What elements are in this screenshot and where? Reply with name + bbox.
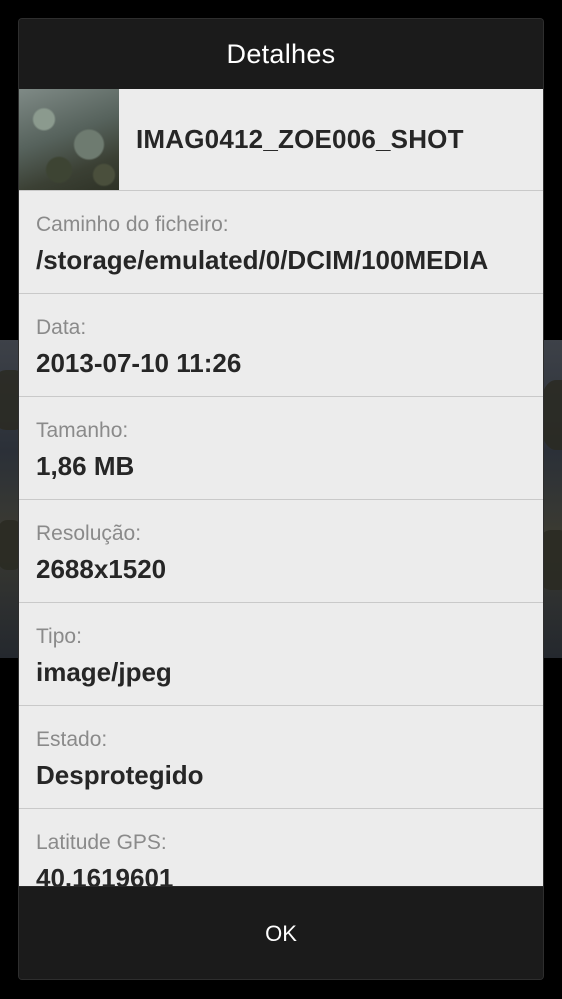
file-header: IMAG0412_ZOE006_SHOT xyxy=(19,89,543,191)
dialog-footer: OK xyxy=(19,886,543,979)
detail-value: image/jpeg xyxy=(36,657,172,687)
photo-thumbnail-icon xyxy=(19,89,119,190)
detail-label: Tamanho: xyxy=(36,419,129,442)
detail-value: 2013-07-10 11:26 xyxy=(36,348,242,378)
detail-label: Latitude GPS: xyxy=(36,831,167,854)
detail-value: /storage/emulated/0/DCIM/100MEDIA xyxy=(36,245,489,275)
detail-row-resolution: Resolução: 2688x1520 xyxy=(19,500,543,603)
detail-row-type: Tipo: image/jpeg xyxy=(19,603,543,706)
dialog-title-bar: Detalhes xyxy=(19,19,543,89)
detail-label: Tipo: xyxy=(36,625,82,648)
detail-row-size: Tamanho: 1,86 MB xyxy=(19,397,543,500)
detail-label: Resolução: xyxy=(36,522,142,545)
detail-label: Data: xyxy=(36,316,87,339)
detail-value: 2688x1520 xyxy=(36,554,167,584)
detail-value: 1,86 MB xyxy=(36,451,135,481)
dialog-title: Detalhes xyxy=(226,38,336,69)
detail-label: Estado: xyxy=(36,728,108,751)
detail-value: 40.1619601 xyxy=(36,863,174,886)
detail-row-date: Data: 2013-07-10 11:26 xyxy=(19,294,543,397)
ok-button[interactable]: OK xyxy=(19,887,543,979)
detail-row-path: Caminho do ficheiro: /storage/emulated/0… xyxy=(19,191,543,294)
details-dialog: Detalhes IMAG0412_ZOE006_SHOT Caminho do… xyxy=(19,19,543,979)
details-content[interactable]: IMAG0412_ZOE006_SHOT Caminho do ficheiro… xyxy=(19,89,543,886)
detail-row-gps-latitude: Latitude GPS: 40.1619601 xyxy=(19,809,543,886)
detail-value: Desprotegido xyxy=(36,760,204,790)
detail-label: Caminho do ficheiro: xyxy=(36,213,229,236)
file-name: IMAG0412_ZOE006_SHOT xyxy=(136,124,464,154)
detail-row-state: Estado: Desprotegido xyxy=(19,706,543,809)
